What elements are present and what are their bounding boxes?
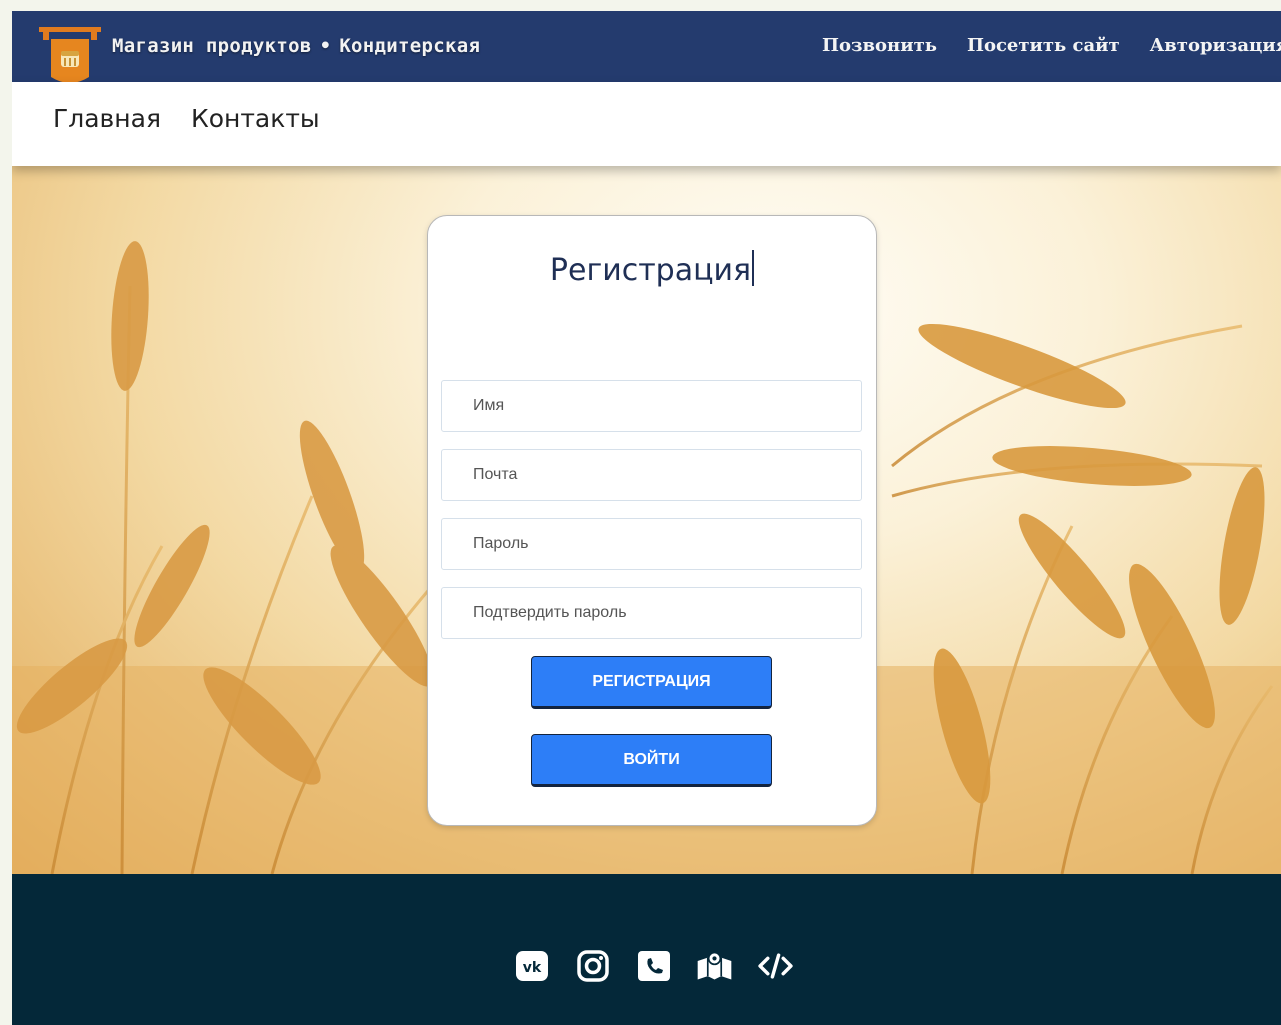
- brand-shop: Магазин продуктов: [112, 35, 312, 57]
- nav-contacts-link[interactable]: Контакты: [191, 104, 320, 133]
- nav-call-link[interactable]: Позвонить: [822, 35, 937, 56]
- nav-visit-site-link[interactable]: Посетить сайт: [967, 35, 1120, 56]
- code-icon[interactable]: [757, 947, 794, 984]
- top-bar: Магазин продуктов • Кондитерская Позвонить…: [12, 11, 1281, 83]
- shop-logo-icon[interactable]: [39, 27, 101, 89]
- nav-login-link[interactable]: Авторизация: [1150, 35, 1281, 56]
- form-title: Регистрация: [428, 250, 876, 288]
- login-button[interactable]: ВОЙТИ: [531, 734, 772, 787]
- footer: vk: [12, 874, 1281, 1025]
- brand-confectionery: Кондитерская: [339, 35, 481, 57]
- instagram-icon[interactable]: [574, 947, 611, 984]
- name-field[interactable]: Имя: [441, 380, 862, 432]
- page: Магазин продуктов • Кондитерская Позвонить…: [12, 11, 1281, 1025]
- brand-separator: •: [319, 35, 332, 57]
- social-links: vk: [513, 947, 794, 984]
- secondary-navigation: Главная Контакты: [12, 82, 1281, 166]
- password-field[interactable]: Пароль: [441, 518, 862, 570]
- confirm-password-field[interactable]: Подтвердить пароль: [441, 587, 862, 639]
- map-icon[interactable]: [696, 947, 733, 984]
- email-field[interactable]: Почта: [441, 449, 862, 501]
- text-cursor: [752, 250, 755, 286]
- vk-icon[interactable]: vk: [513, 947, 550, 984]
- registration-card: Регистрация Имя Почта Пароль Подтвердить…: [427, 215, 877, 826]
- svg-text:vk: vk: [522, 960, 541, 976]
- top-navigation: Позвонить Посетить сайт Авторизация: [822, 35, 1281, 56]
- register-button[interactable]: РЕГИСТРАЦИЯ: [531, 656, 772, 709]
- phone-icon[interactable]: [635, 947, 672, 984]
- nav-home-link[interactable]: Главная: [53, 104, 161, 133]
- form-title-text: Регистрация: [549, 253, 752, 288]
- brand-title: Магазин продуктов • Кондитерская: [112, 35, 480, 57]
